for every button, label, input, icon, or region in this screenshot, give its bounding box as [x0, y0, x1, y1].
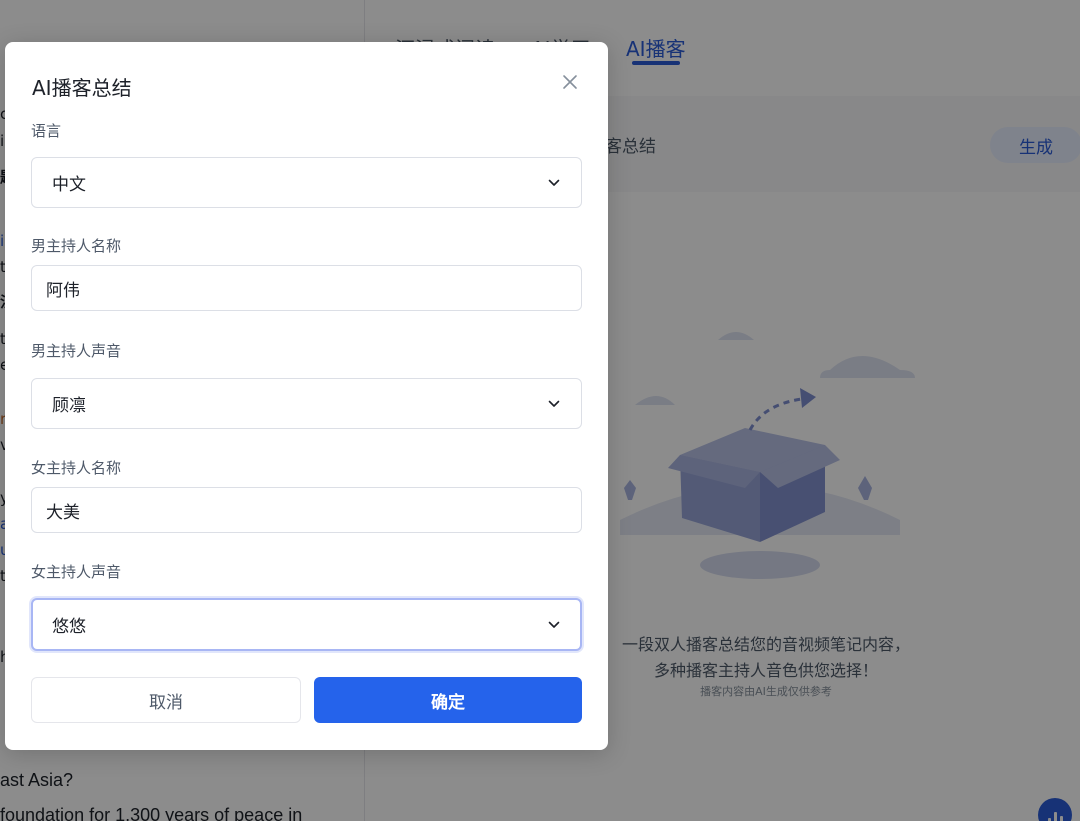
- cancel-button[interactable]: 取消: [31, 677, 301, 723]
- dialog-title: AI播客总结: [32, 76, 132, 100]
- female-host-voice-value: 悠悠: [52, 617, 86, 637]
- female-host-name-label: 女主持人名称: [31, 459, 122, 477]
- language-value: 中文: [52, 175, 86, 195]
- female-host-name-input[interactable]: 大美: [31, 487, 582, 533]
- female-host-name-value: 大美: [46, 502, 80, 523]
- language-select[interactable]: 中文: [31, 157, 582, 208]
- chevron-down-icon: [547, 176, 561, 190]
- close-button[interactable]: [558, 70, 582, 94]
- chevron-down-icon: [547, 397, 561, 411]
- female-host-voice-label: 女主持人声音: [31, 563, 122, 581]
- male-host-voice-select[interactable]: 顾凛: [31, 378, 582, 429]
- language-label: 语言: [31, 122, 62, 140]
- female-host-voice-select[interactable]: 悠悠: [31, 598, 582, 651]
- male-host-name-label: 男主持人名称: [31, 237, 122, 255]
- chevron-down-icon: [547, 618, 561, 632]
- confirm-button[interactable]: 确定: [314, 677, 582, 723]
- male-host-voice-label: 男主持人声音: [31, 342, 122, 360]
- ai-podcast-dialog: AI播客总结 语言 中文 男主持人名称 阿伟 男主持人声音 顾凛 女主持人名称 …: [5, 42, 608, 750]
- male-host-name-value: 阿伟: [46, 280, 80, 301]
- male-host-name-input[interactable]: 阿伟: [31, 265, 582, 311]
- close-icon: [563, 75, 577, 89]
- male-host-voice-value: 顾凛: [52, 396, 86, 416]
